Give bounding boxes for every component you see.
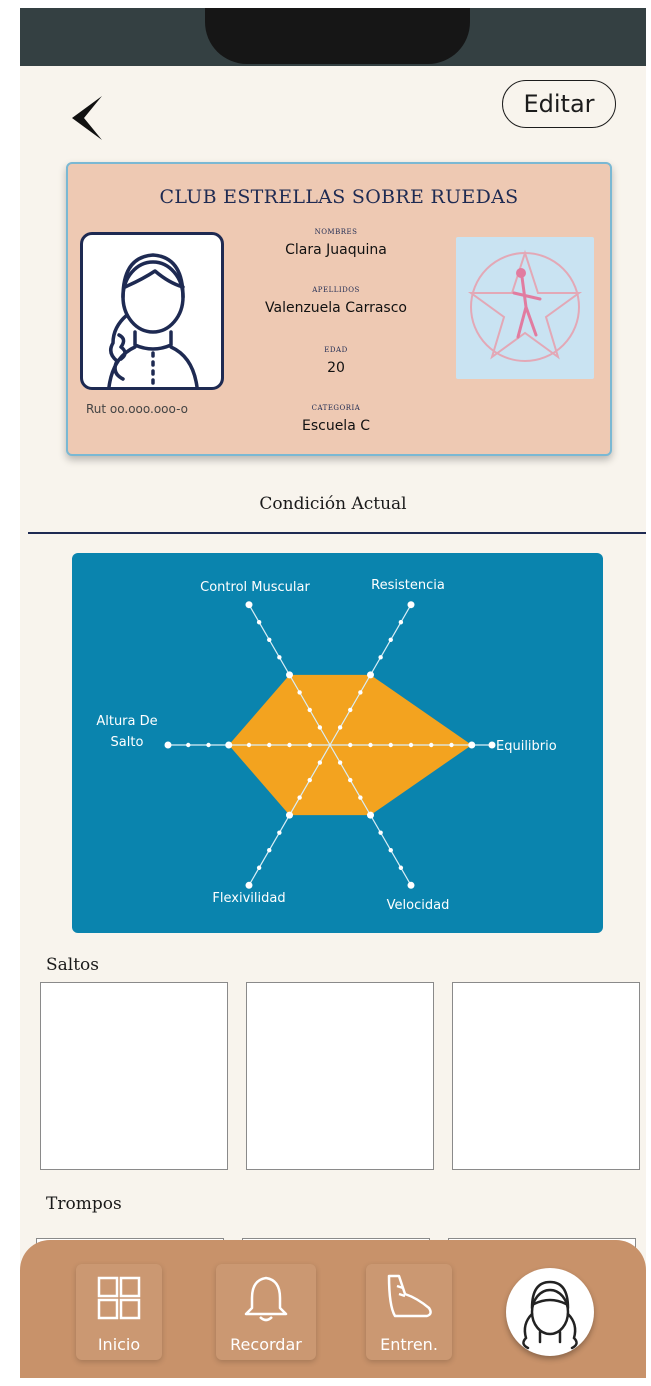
salto-thumbnail-1[interactable] [40, 982, 228, 1170]
radar-tick-3-7 [256, 865, 262, 870]
radar-tick-4-4 [246, 742, 252, 748]
skate-icon [387, 1274, 432, 1318]
radar-tick-0-2 [348, 707, 353, 713]
phone-screen: Editar CLUB ESTRELLAS SOBRE RUEDAS Rut o… [20, 8, 646, 1378]
field-label-categoria: CATEGORIA [311, 404, 361, 412]
radar-point-0 [367, 671, 374, 679]
saltos-title: Saltos [46, 955, 100, 975]
radar-tick-5-1 [317, 725, 323, 730]
radar-tick-0-3 [358, 690, 363, 695]
radar-tick-1-5 [429, 742, 434, 748]
avatar-icon [522, 1280, 578, 1350]
radar-tick-5-5 [277, 655, 282, 660]
radar-axis-end-0 [407, 601, 415, 609]
club-name: CLUB ESTRELLAS SOBRE RUEDAS [159, 186, 519, 208]
field-value-edad: 20 [327, 360, 345, 376]
condition-title: Condición Actual [259, 494, 407, 514]
radar-axis-end-5 [245, 601, 253, 609]
radar-point-5 [286, 671, 293, 679]
radar-tick-1-3 [388, 742, 393, 748]
nav-profile[interactable] [506, 1268, 594, 1356]
salto-thumbnail-3[interactable] [452, 982, 640, 1170]
radar-point-2 [367, 811, 374, 819]
radar-tick-1-1 [348, 742, 353, 748]
nav-label-entren: Entren. [380, 1335, 438, 1354]
radar-tick-0-6 [388, 637, 393, 642]
field-value-apellidos: Valenzuela Carrasco [265, 300, 407, 316]
radar-point-3 [286, 811, 293, 819]
radar-tick-0-1 [337, 725, 343, 730]
bottom-navigation: Inicio Recordar Entren. [20, 1240, 646, 1378]
nav-recordar[interactable]: Recordar [216, 1264, 316, 1360]
radar-tick-3-5 [277, 830, 282, 835]
radar-tick-4-1 [307, 742, 312, 748]
radar-tick-2-7 [398, 865, 404, 870]
salto-thumbnail-2[interactable] [246, 982, 434, 1170]
field-label-nombres: NOMBRES [314, 228, 358, 236]
rut-number: Rut oo.ooo.ooo-o [86, 402, 188, 416]
axis-label-flexivilidad: Flexivilidad [212, 891, 286, 906]
radar-tick-1-6 [449, 742, 454, 748]
radar-tick-4-3 [267, 742, 272, 748]
field-value-nombres: Clara Juaquina [285, 242, 387, 258]
radar-axis-end-1 [488, 741, 496, 749]
club-logo [456, 237, 594, 379]
edit-button[interactable]: Editar [502, 80, 616, 128]
radar-tick-5-2 [307, 707, 312, 713]
axis-label-control-muscular: Control Muscular [200, 580, 310, 595]
nav-entren[interactable]: Entren. [366, 1264, 452, 1360]
field-label-apellidos: APELLIDOS [312, 286, 360, 294]
camera-notch [205, 8, 470, 64]
radar-tick-5-3 [297, 690, 302, 695]
radar-tick-2-2 [348, 777, 353, 783]
radar-tick-0-5 [378, 655, 383, 660]
radar-point-1 [468, 741, 476, 749]
axis-label-resistencia: Resistencia [371, 578, 445, 593]
condition-radar-chart: Resistencia Equilibrio Velocidad Flexivi… [72, 553, 603, 933]
nav-inicio[interactable]: Inicio [76, 1264, 162, 1360]
radar-tick-3-6 [267, 848, 272, 853]
star-skater-logo-icon [467, 249, 583, 362]
grid-icon [97, 1276, 141, 1320]
field-value-categoria: Escuela C [301, 418, 371, 434]
radar-tick-5-7 [256, 620, 262, 625]
radar-tick-4-6 [206, 742, 211, 748]
radar-tick-1-2 [368, 742, 373, 748]
radar-tick-2-6 [388, 848, 393, 853]
axis-label-altura-de-salto: Altura De Salto [96, 714, 158, 750]
member-id-card: CLUB ESTRELLAS SOBRE RUEDAS Rut oo.ooo.o… [66, 162, 612, 456]
radar-tick-3-1 [317, 760, 323, 765]
radar-axis-end-4 [164, 741, 172, 749]
radar-tick-0-7 [398, 620, 404, 625]
bell-icon [244, 1276, 288, 1322]
radar-axis-end-2 [407, 881, 415, 889]
field-label-edad: EDAD [324, 346, 348, 354]
radar-tick-4-2 [287, 742, 292, 748]
back-arrow-icon[interactable] [62, 88, 122, 148]
radar-tick-5-6 [267, 637, 272, 642]
radar-tick-4-7 [186, 742, 191, 748]
member-avatar [80, 232, 224, 390]
nav-label-recordar: Recordar [230, 1335, 302, 1354]
axis-label-equilibrio: Equilibrio [496, 739, 557, 754]
section-divider [28, 532, 646, 534]
status-bar [20, 8, 646, 66]
radar-tick-3-2 [307, 777, 312, 783]
girl-portrait-icon [107, 253, 199, 389]
axis-label-velocidad: Velocidad [386, 898, 450, 913]
radar-tick-2-1 [337, 760, 343, 765]
trompos-title: Trompos [46, 1194, 122, 1214]
radar-tick-1-4 [408, 742, 414, 748]
nav-label-inicio: Inicio [97, 1335, 141, 1354]
radar-tick-3-3 [297, 795, 302, 800]
radar-tick-2-5 [378, 830, 383, 835]
radar-tick-2-3 [358, 795, 363, 800]
radar-point-4 [225, 741, 233, 749]
